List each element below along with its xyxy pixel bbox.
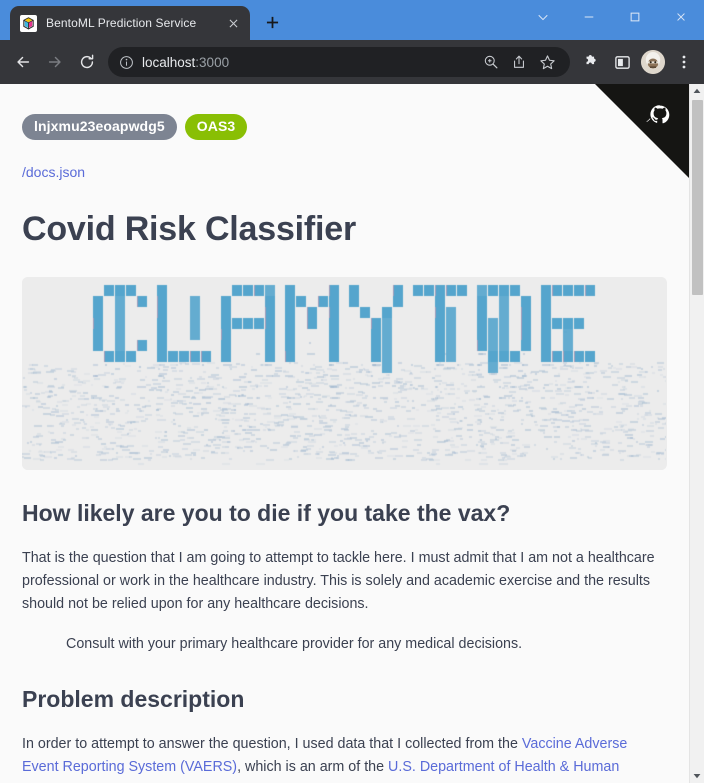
section-indented-note: Consult with your primary healthcare pro… — [66, 636, 523, 653]
url-host: localhost — [142, 54, 196, 70]
paragraph-text-part-2: , which is an arm of the — [237, 759, 389, 776]
github-corner-link[interactable] — [595, 84, 689, 178]
bentoml-logo-icon — [20, 14, 37, 32]
star-icon[interactable] — [534, 49, 560, 75]
side-panel-icon[interactable] — [608, 48, 636, 76]
section-heading-1: How likely are you to die if you take th… — [22, 499, 511, 526]
scrollbar-down-arrow[interactable] — [690, 769, 704, 783]
tab-strip: BentoML Prediction Service — [0, 0, 704, 40]
page-content: lnjxmu23eoapwdg5 OAS3 /docs.json Covid R… — [0, 84, 689, 783]
url-port: :3000 — [195, 54, 230, 70]
section-paragraph-2: In order to attempt to answer the questi… — [22, 733, 667, 783]
maximize-button[interactable] — [612, 0, 658, 34]
web-page: lnjxmu23eoapwdg5 OAS3 /docs.json Covid R… — [0, 84, 689, 783]
github-octocat-icon — [646, 105, 670, 124]
close-window-button[interactable] — [658, 0, 704, 34]
scrollbar-thumb[interactable] — [692, 100, 703, 295]
badge-row: lnjxmu23eoapwdg5 OAS3 — [22, 114, 667, 140]
section-paragraph-1: That is the question that I am going to … — [22, 549, 655, 612]
scrollbar-up-arrow[interactable] — [690, 84, 704, 98]
arrow-left-icon[interactable] — [8, 47, 38, 77]
glitch-art-canvas — [22, 276, 666, 470]
puzzle-piece-icon[interactable] — [578, 48, 606, 76]
version-badge: lnjxmu23eoapwdg5 — [22, 114, 177, 140]
close-icon[interactable] — [224, 14, 242, 32]
tab-search-button[interactable] — [520, 0, 566, 34]
three-dots-vertical-icon[interactable] — [670, 48, 698, 76]
reload-icon[interactable] — [72, 47, 102, 77]
page-viewport: lnjxmu23eoapwdg5 OAS3 /docs.json Covid R… — [0, 84, 704, 783]
tab-title: BentoML Prediction Service — [46, 16, 197, 30]
paragraph-text-part-1: In order to attempt to answer the questi… — [22, 736, 522, 753]
address-bar[interactable]: localhost:3000 — [108, 47, 570, 77]
section-heading-2: Problem description — [22, 686, 245, 713]
docs-json-link[interactable]: /docs.json — [22, 164, 667, 180]
banner-image — [22, 276, 667, 470]
arrow-right-icon[interactable] — [40, 47, 70, 77]
browser-tab[interactable]: BentoML Prediction Service — [10, 6, 250, 40]
page-title: Covid Risk Classifier — [22, 209, 357, 248]
window-controls — [520, 0, 704, 34]
browser-toolbar: localhost:3000 — [0, 40, 704, 84]
magnifier-plus-icon[interactable] — [478, 49, 504, 75]
avatar-icon[interactable] — [641, 50, 665, 74]
share-icon[interactable] — [506, 49, 532, 75]
oas-badge: OAS3 — [184, 114, 248, 140]
url-text: localhost:3000 — [142, 55, 478, 70]
minimize-button[interactable] — [566, 0, 612, 34]
browser-window: BentoML Prediction Service localhost:300… — [0, 0, 704, 783]
page-scrollbar[interactable] — [689, 84, 704, 783]
new-tab-button[interactable] — [258, 8, 286, 36]
omnibox-actions — [478, 49, 560, 75]
info-circle-icon[interactable] — [117, 53, 135, 71]
